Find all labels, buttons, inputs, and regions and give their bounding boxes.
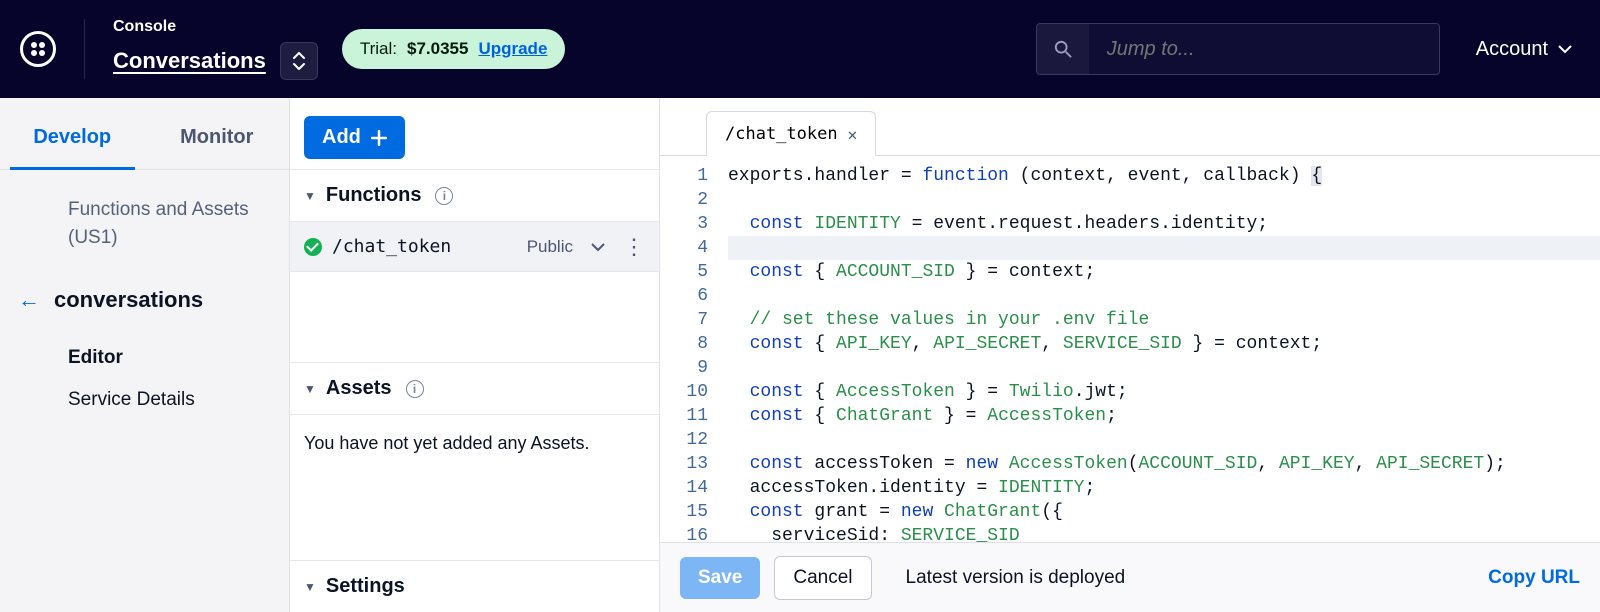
section-functions-label: Functions [326,184,422,207]
vertical-divider [84,19,85,79]
trial-amount: $7.0355 [407,39,468,59]
editor-tab-label: /chat_token [725,124,838,144]
caret-down-icon: ▼ [304,580,316,594]
jump-to-search [1036,23,1440,75]
function-visibility: Public [527,237,573,257]
topbar: Console Conversations Trial: $7.0355 Upg… [0,0,1600,98]
copy-url-link[interactable]: Copy URL [1488,567,1580,589]
line-gutter: 1 2 3 4 5 6 7 8 9 10 11 12 13 14 15 16 [660,156,718,542]
section-assets-label: Assets [326,377,392,400]
editor-footer: Save Cancel Latest version is deployed C… [660,542,1600,612]
trial-balance-pill: Trial: $7.0355 Upgrade [342,29,566,69]
search-input[interactable] [1089,24,1439,74]
chevron-down-icon [1558,44,1572,54]
section-settings-label: Settings [326,575,405,598]
twilio-logo-icon[interactable] [20,31,56,67]
tab-monitor[interactable]: Monitor [145,126,290,169]
deploy-status: Latest version is deployed [906,567,1126,589]
assets-empty-state: You have not yet added any Assets. [290,415,659,472]
product-name-link[interactable]: Conversations [113,48,266,74]
back-link[interactable]: ← conversations [18,287,271,313]
search-icon[interactable] [1037,23,1089,75]
plus-icon [371,130,387,146]
service-name: conversations [54,287,203,313]
info-icon[interactable]: i [435,187,453,205]
trial-prefix: Trial: [360,39,397,59]
caret-down-icon: ▼ [304,382,316,396]
section-functions-header[interactable]: ▼ Functions i [290,169,659,222]
save-button[interactable]: Save [680,557,760,599]
resource-panel: Add ▼ Functions i /chat_token Public ⋮ ▼… [290,98,660,612]
add-button-label: Add [322,126,361,149]
close-icon[interactable]: ✕ [848,125,858,144]
tab-develop[interactable]: Develop [0,126,145,169]
nav-item-editor[interactable]: Editor [18,337,271,379]
more-actions-icon[interactable]: ⋮ [623,242,645,252]
info-icon[interactable]: i [406,380,424,398]
code-editor: /chat_token ✕ 1 2 3 4 5 6 7 8 9 10 11 12… [660,98,1600,612]
account-menu[interactable]: Account [1476,38,1572,61]
arrow-left-icon: ← [18,287,40,313]
caret-down-icon: ▼ [304,189,316,203]
function-item[interactable]: /chat_token Public ⋮ [290,222,659,272]
upgrade-link[interactable]: Upgrade [478,39,547,59]
section-assets-header[interactable]: ▼ Assets i [290,362,659,415]
cancel-button[interactable]: Cancel [774,556,871,600]
code-content[interactable]: exports.handler = function (context, eve… [718,156,1600,542]
console-label: Console [113,18,318,36]
add-button[interactable]: Add [304,116,405,159]
nav-item-service-details[interactable]: Service Details [18,379,271,421]
editor-tab[interactable]: /chat_token ✕ [706,111,876,156]
account-label: Account [1476,38,1548,61]
section-settings-header[interactable]: ▼ Settings [290,560,659,612]
left-nav: Develop Monitor Functions and Assets (US… [0,98,290,612]
chevron-down-icon[interactable] [591,242,605,252]
check-circle-icon [304,238,322,256]
product-switcher-button[interactable] [280,42,318,80]
function-path: /chat_token [332,236,517,257]
nav-context-label: Functions and Assets (US1) [18,196,271,251]
